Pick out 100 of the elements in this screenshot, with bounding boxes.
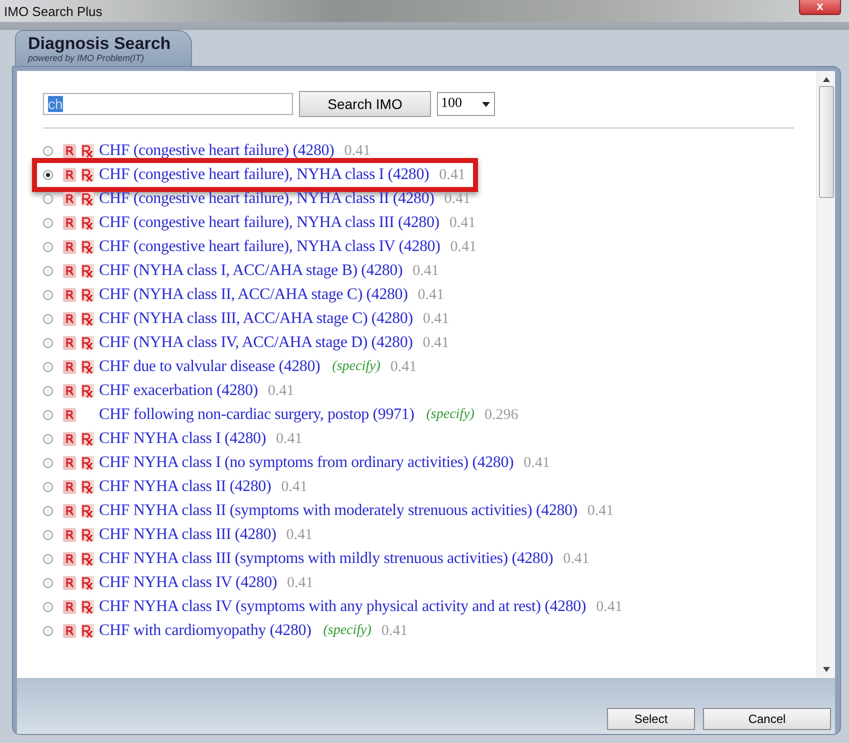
diagnosis-link[interactable]: CHF (NYHA class II, ACC/AHA stage C) (4280): [99, 286, 408, 304]
r-badge-icon[interactable]: [63, 288, 76, 302]
scroll-thumb[interactable]: [818, 86, 834, 198]
radio-button[interactable]: [43, 170, 53, 180]
r-badge-icon[interactable]: [63, 264, 76, 278]
score-text: 0.41: [412, 262, 439, 280]
radio-button[interactable]: [43, 578, 53, 588]
r-badge-icon[interactable]: [63, 600, 76, 614]
diagnosis-link[interactable]: CHF NYHA class IV (symptoms with any physical activity and at rest) (4280): [99, 598, 586, 616]
r-badge-icon[interactable]: [63, 216, 76, 230]
diagnosis-link[interactable]: CHF NYHA class II (symptoms with moderately strenuous activities) (4280): [99, 502, 578, 520]
radio-button[interactable]: [43, 482, 53, 492]
diagnosis-link[interactable]: CHF (NYHA class I, ACC/AHA stage B) (4280): [99, 262, 403, 280]
rx-badge-icon[interactable]: [81, 264, 94, 278]
r-badge-icon[interactable]: [63, 408, 76, 422]
specify-link[interactable]: (specify): [323, 623, 372, 639]
radio-button[interactable]: [43, 218, 53, 228]
radio-button[interactable]: [43, 386, 53, 396]
scroll-up-icon[interactable]: [822, 77, 830, 82]
r-badge-icon[interactable]: [63, 528, 76, 542]
r-badge-icon[interactable]: [63, 312, 76, 326]
diagnosis-link[interactable]: CHF NYHA class IV (4280): [99, 574, 278, 592]
dropdown-arrow-icon: [481, 100, 491, 108]
rx-badge-icon[interactable]: [81, 504, 94, 518]
r-badge-icon[interactable]: [63, 480, 76, 494]
rx-badge-icon[interactable]: [81, 528, 94, 542]
diagnosis-link[interactable]: CHF exacerbation (4280): [99, 382, 258, 400]
radio-button[interactable]: [43, 266, 53, 276]
diagnosis-link[interactable]: CHF following non-cardiac surgery, postop (9971): [99, 406, 414, 424]
r-badge-icon[interactable]: [63, 144, 76, 158]
diagnosis-search-tab[interactable]: Diagnosis Search powered by IMO Problem(IT): [15, 30, 192, 66]
rx-badge-icon[interactable]: [81, 384, 94, 398]
radio-button[interactable]: [43, 626, 53, 636]
r-badge-icon[interactable]: [63, 624, 76, 638]
close-button[interactable]: x: [799, 0, 841, 15]
rx-badge-icon[interactable]: [81, 144, 94, 158]
diagnosis-link[interactable]: CHF (congestive heart failure) (4280): [99, 142, 334, 160]
radio-button[interactable]: [43, 410, 53, 420]
tab-title: Diagnosis Search: [28, 34, 171, 53]
diagnosis-link[interactable]: CHF NYHA class II (4280): [99, 478, 272, 496]
radio-button[interactable]: [43, 314, 53, 324]
diagnosis-link[interactable]: CHF with cardiomyopathy (4280): [99, 622, 312, 640]
diagnosis-link[interactable]: CHF (congestive heart failure), NYHA class IV (4280): [99, 238, 440, 256]
r-badge-icon[interactable]: [63, 168, 76, 182]
specify-link[interactable]: (specify): [426, 407, 474, 423]
scroll-down-icon[interactable]: [822, 667, 830, 672]
rx-badge-icon[interactable]: [81, 312, 94, 326]
search-button[interactable]: Search IMO: [299, 91, 431, 117]
rx-badge-icon[interactable]: [81, 600, 94, 614]
rx-badge-icon[interactable]: [81, 360, 94, 374]
r-badge-icon[interactable]: [63, 504, 76, 518]
scrollbar[interactable]: [816, 71, 835, 678]
select-button[interactable]: Select: [607, 708, 695, 730]
diagnosis-link[interactable]: CHF (congestive heart failure), NYHA class II (4280): [99, 190, 434, 208]
radio-button[interactable]: [43, 242, 53, 252]
rx-badge-icon[interactable]: [81, 432, 94, 446]
rx-badge-icon[interactable]: [81, 168, 94, 182]
r-badge-icon[interactable]: [63, 240, 76, 254]
diagnosis-link[interactable]: CHF NYHA class III (symptoms with mildly strenuous activities) (4280): [99, 550, 554, 568]
radio-button[interactable]: [43, 290, 53, 300]
rx-badge-icon[interactable]: [81, 552, 94, 566]
r-badge-icon[interactable]: [63, 336, 76, 350]
r-badge-icon[interactable]: [63, 384, 76, 398]
radio-button[interactable]: [43, 362, 53, 372]
rx-badge-icon[interactable]: [81, 216, 94, 230]
radio-button[interactable]: [43, 602, 53, 612]
rx-badge-icon[interactable]: [81, 624, 94, 638]
rx-badge-icon[interactable]: [81, 288, 94, 302]
limit-dropdown[interactable]: 100: [437, 92, 495, 116]
r-badge-icon[interactable]: [63, 192, 76, 206]
diagnosis-link[interactable]: CHF (congestive heart failure), NYHA class I (4280): [99, 166, 430, 184]
diagnosis-link[interactable]: CHF NYHA class III (4280): [99, 526, 276, 544]
radio-button[interactable]: [43, 146, 53, 156]
score-text: 0.41: [450, 238, 476, 256]
radio-button[interactable]: [43, 338, 53, 348]
diagnosis-link[interactable]: CHF (congestive heart failure), NYHA class III (4280): [99, 214, 440, 232]
diagnosis-link[interactable]: CHF NYHA class I (no symptoms from ordinary activities) (4280): [99, 454, 514, 472]
diagnosis-link[interactable]: CHF due to valvular disease (4280): [99, 358, 320, 376]
rx-badge-icon[interactable]: [81, 456, 94, 470]
r-badge-icon[interactable]: [63, 360, 76, 374]
rx-badge-icon[interactable]: [81, 192, 94, 206]
radio-button[interactable]: [43, 530, 53, 540]
diagnosis-link[interactable]: CHF (NYHA class IV, ACC/AHA stage D) (4280): [99, 334, 413, 352]
radio-button[interactable]: [43, 554, 53, 564]
radio-button[interactable]: [43, 458, 53, 468]
radio-button[interactable]: [43, 194, 53, 204]
r-badge-icon[interactable]: [63, 432, 76, 446]
cancel-button[interactable]: Cancel: [703, 708, 831, 730]
rx-badge-icon[interactable]: [81, 480, 94, 494]
r-badge-icon[interactable]: [63, 576, 76, 590]
diagnosis-link[interactable]: CHF NYHA class I (4280): [99, 430, 266, 448]
radio-button[interactable]: [43, 434, 53, 444]
diagnosis-link[interactable]: CHF (NYHA class III, ACC/AHA stage C) (4280): [99, 310, 413, 328]
rx-badge-icon[interactable]: [81, 240, 94, 254]
r-badge-icon[interactable]: [63, 456, 76, 470]
rx-badge-icon[interactable]: [81, 336, 94, 350]
specify-link[interactable]: (specify): [332, 359, 380, 375]
radio-button[interactable]: [43, 506, 53, 516]
r-badge-icon[interactable]: [63, 552, 76, 566]
rx-badge-icon[interactable]: [81, 576, 94, 590]
